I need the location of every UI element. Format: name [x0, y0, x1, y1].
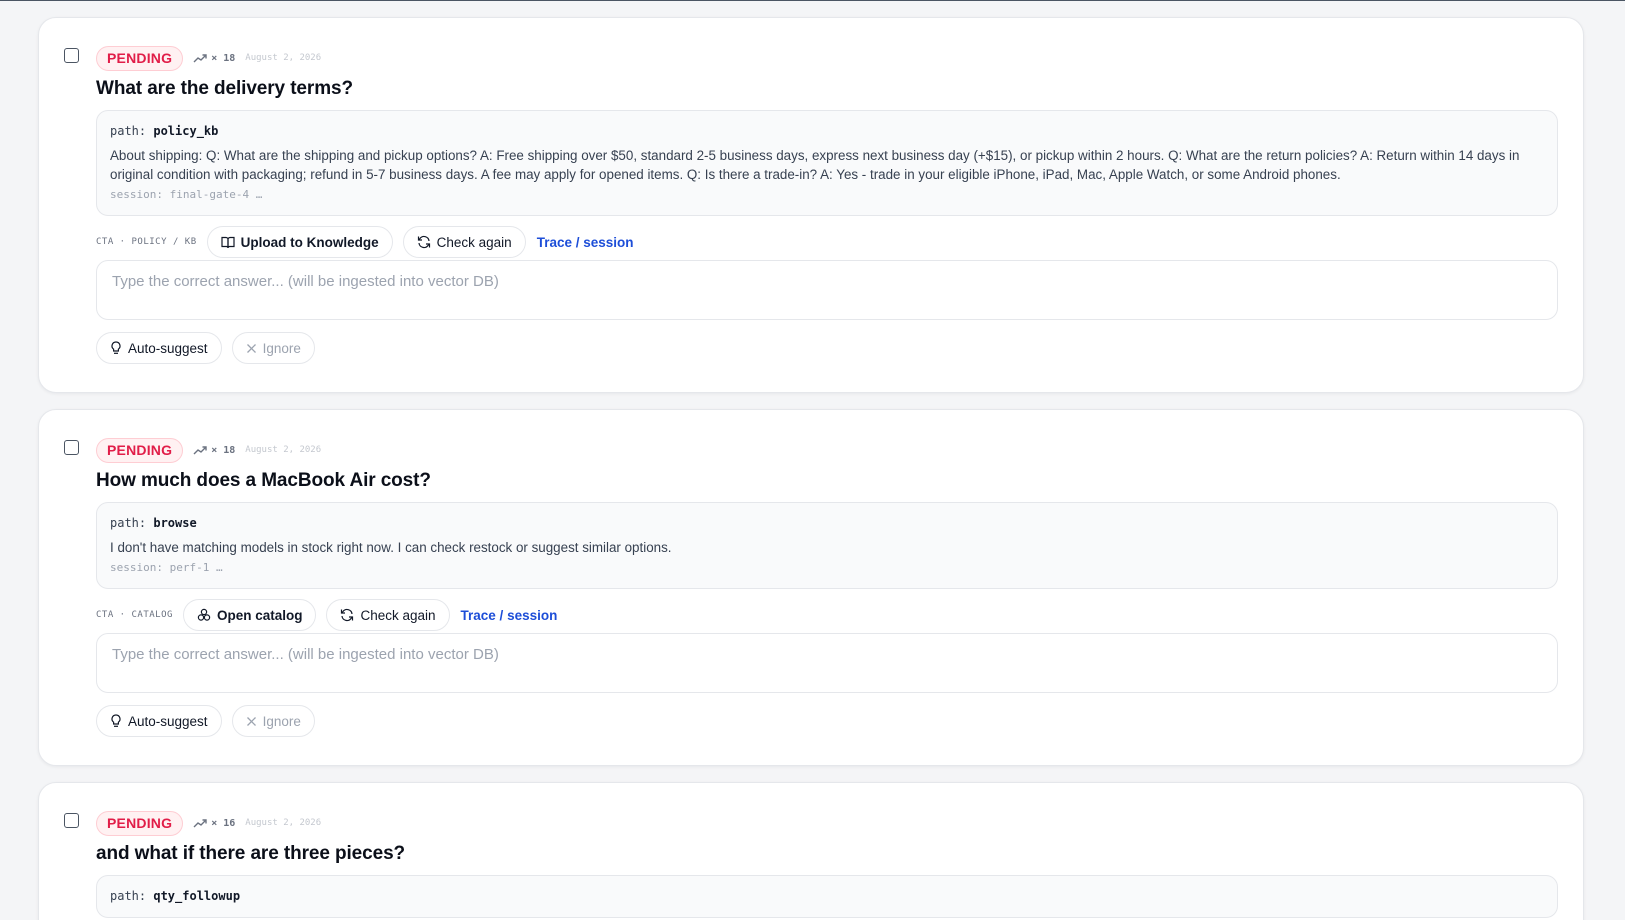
path-line: path: qty_followup [110, 889, 1544, 903]
date-text: August 2, 2026 [245, 53, 322, 63]
select-checkbox[interactable] [64, 440, 79, 455]
lightbulb-icon [111, 714, 121, 727]
path-label: path: [110, 516, 147, 530]
trending-up-icon [193, 54, 207, 63]
correct-answer-input[interactable] [96, 260, 1558, 320]
button-label: Check again [436, 234, 512, 250]
question-title: and what if there are three pieces? [96, 843, 406, 864]
session-text: session: final-gate-4 … [110, 188, 263, 201]
cta-row: CTA · CATALOG Open catalog Check again T… [96, 599, 1558, 631]
path-line: path: browse [110, 516, 1544, 530]
status-badge: PENDING [96, 810, 184, 836]
question-title: What are the delivery terms? [96, 78, 353, 99]
button-label: Auto-suggest [128, 713, 208, 729]
book-icon [221, 236, 235, 248]
close-icon [246, 343, 256, 353]
session-text: session: perf-1 … [110, 561, 223, 574]
answer-text: About shipping: Q: What are the shipping… [110, 148, 1520, 182]
card-meta: PENDING × 16 August 2, 2026 [96, 810, 1558, 836]
path-value: policy_kb [153, 124, 219, 138]
button-label: Open catalog [216, 607, 303, 623]
card-meta: PENDING × 18 August 2, 2026 [96, 45, 1558, 71]
cta-label: CTA · POLICY / KB [96, 237, 197, 247]
path-value: browse [153, 516, 197, 530]
count-text: × 18 [211, 52, 236, 64]
question-title: How much does a MacBook Air cost? [96, 470, 431, 491]
date-text: August 2, 2026 [245, 445, 322, 455]
trending-up-icon [193, 446, 207, 455]
select-checkbox[interactable] [64, 48, 79, 63]
ignore-button[interactable]: Ignore [231, 705, 315, 737]
path-line: path: policy_kb [110, 124, 1544, 138]
bot-answer-box: path: qty_followup [96, 875, 1558, 918]
answer-actions: Auto-suggest Ignore [96, 705, 1558, 737]
answer-actions: Auto-suggest Ignore [96, 332, 1558, 364]
trace-session-link[interactable]: Trace / session [537, 235, 634, 250]
count-text: × 16 [211, 817, 236, 829]
auto-suggest-button[interactable]: Auto-suggest [96, 332, 222, 364]
trending-up-icon [193, 819, 207, 828]
answer-text: I don't have matching models in stock ri… [110, 540, 672, 555]
question-card: PENDING × 18 August 2, 2026 What are the… [38, 17, 1584, 393]
question-card: PENDING × 16 August 2, 2026 and what if … [38, 782, 1584, 920]
lightbulb-icon [111, 341, 121, 354]
refresh-icon [341, 608, 354, 622]
occurrence-count: × 18 [193, 445, 235, 456]
button-label: Upload to Knowledge [240, 234, 379, 250]
catalog-icon [197, 608, 211, 621]
cta-label: CTA · CATALOG [96, 610, 173, 620]
select-checkbox[interactable] [64, 813, 79, 828]
occurrence-count: × 18 [193, 53, 235, 64]
status-badge: PENDING [96, 45, 184, 71]
button-label: Ignore [262, 340, 301, 356]
status-badge: PENDING [96, 437, 184, 463]
occurrence-count: × 16 [193, 818, 235, 829]
count-text: × 18 [211, 444, 236, 456]
date-text: August 2, 2026 [245, 818, 322, 828]
close-icon [246, 716, 256, 726]
unanswered-questions-list: PENDING × 18 August 2, 2026 What are the… [38, 17, 1584, 920]
check-again-button[interactable]: Check again [326, 599, 450, 631]
button-label: Auto-suggest [128, 340, 208, 356]
card-meta: PENDING × 18 August 2, 2026 [96, 437, 1558, 463]
question-card: PENDING × 18 August 2, 2026 How much doe… [38, 409, 1584, 766]
bot-answer-box: path: policy_kb About shipping: Q: What … [96, 110, 1558, 216]
refresh-icon [417, 235, 430, 249]
ignore-button[interactable]: Ignore [231, 332, 315, 364]
auto-suggest-button[interactable]: Auto-suggest [96, 705, 222, 737]
open-catalog-button[interactable]: Open catalog [182, 599, 317, 631]
button-label: Ignore [262, 713, 301, 729]
trace-session-link[interactable]: Trace / session [461, 608, 558, 623]
bot-answer-box: path: browse I don't have matching model… [96, 502, 1558, 589]
upload-to-knowledge-button[interactable]: Upload to Knowledge [206, 226, 393, 258]
cta-row: CTA · POLICY / KB Upload to Knowledge Ch… [96, 226, 1558, 258]
button-label: Check again [360, 607, 436, 623]
check-again-button[interactable]: Check again [402, 226, 526, 258]
path-value: qty_followup [153, 889, 241, 903]
path-label: path: [110, 124, 147, 138]
correct-answer-input[interactable] [96, 633, 1558, 693]
path-label: path: [110, 889, 147, 903]
